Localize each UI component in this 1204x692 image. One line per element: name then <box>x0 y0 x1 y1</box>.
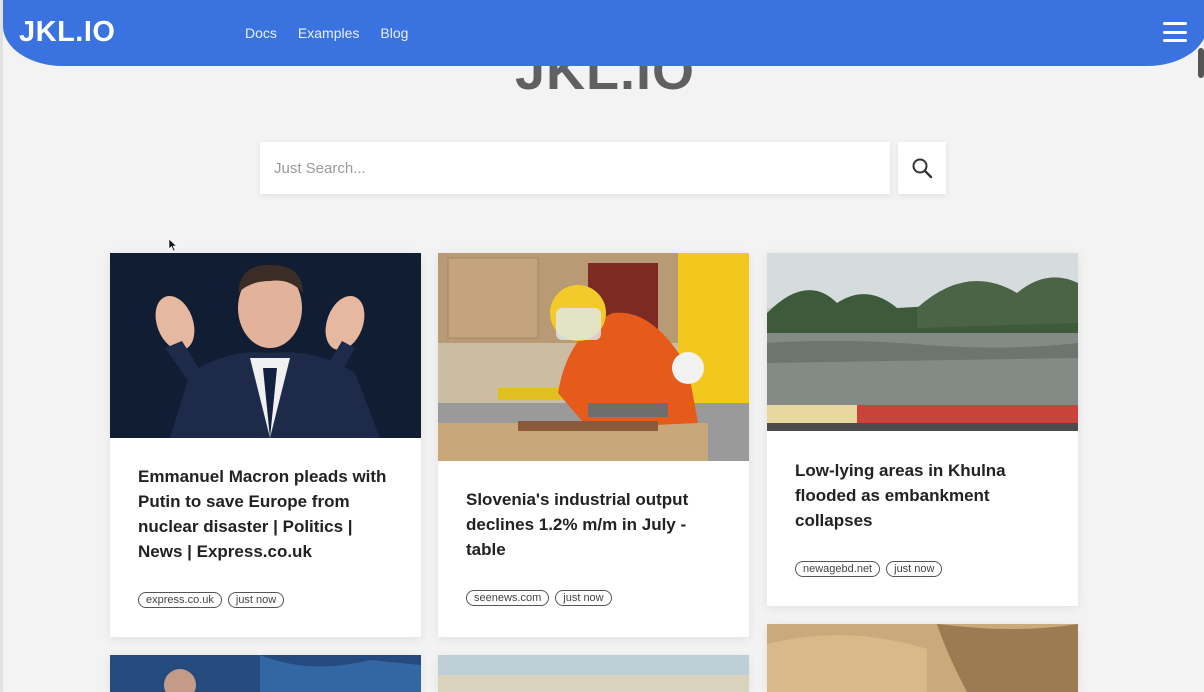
card-title[interactable]: Slovenia's industrial output declines 1.… <box>438 487 749 562</box>
mouse-cursor-icon <box>168 238 178 252</box>
news-card-partial[interactable] <box>767 624 1078 692</box>
search-bar <box>260 142 946 194</box>
flood-photo-icon <box>767 253 1078 431</box>
nav-links: Docs Examples Blog <box>245 25 408 41</box>
hamburger-menu-icon[interactable] <box>1163 22 1187 42</box>
news-card-partial[interactable] <box>438 655 749 692</box>
person-photo-icon <box>110 253 421 438</box>
news-card-partial[interactable] <box>110 655 421 692</box>
source-tag[interactable]: express.co.uk <box>138 592 222 608</box>
time-tag: just now <box>555 590 612 606</box>
worker-photo-icon <box>438 253 749 461</box>
source-tag[interactable]: seenews.com <box>466 590 550 606</box>
time-tag: just now <box>886 561 943 577</box>
card-tags: express.co.uk just now <box>110 592 421 608</box>
news-card[interactable]: Emmanuel Macron pleads with Putin to sav… <box>110 253 421 637</box>
news-card[interactable]: Slovenia's industrial output declines 1.… <box>438 253 749 637</box>
source-tag[interactable]: newagebd.net <box>795 561 881 577</box>
news-card[interactable]: Low-lying areas in Khulna flooded as emb… <box>767 253 1078 606</box>
nav-link-docs[interactable]: Docs <box>245 25 277 41</box>
nav-link-examples[interactable]: Examples <box>298 25 359 41</box>
card-tags: seenews.com just now <box>438 590 749 606</box>
card-image[interactable] <box>110 253 421 438</box>
card-image[interactable] <box>767 253 1078 431</box>
card-image <box>767 624 1078 692</box>
search-button[interactable] <box>898 142 946 194</box>
scrollbar-thumb[interactable] <box>1198 48 1204 78</box>
card-image[interactable] <box>438 253 749 461</box>
card-image <box>110 655 421 692</box>
top-navbar: JKL.IO Docs Examples Blog <box>3 0 1204 66</box>
nav-link-blog[interactable]: Blog <box>380 25 408 41</box>
time-tag: just now <box>227 592 285 608</box>
card-image <box>438 655 749 692</box>
card-title[interactable]: Emmanuel Macron pleads with Putin to sav… <box>110 464 421 564</box>
search-input[interactable] <box>260 142 890 194</box>
card-title[interactable]: Low-lying areas in Khulna flooded as emb… <box>767 458 1078 533</box>
page: JKL.IO JKL.IO Docs Examples Blog Just Se… <box>0 0 1204 692</box>
brand-logo[interactable]: JKL.IO <box>19 16 115 49</box>
search-icon <box>912 158 933 179</box>
card-tags: newagebd.net just now <box>767 561 1078 577</box>
